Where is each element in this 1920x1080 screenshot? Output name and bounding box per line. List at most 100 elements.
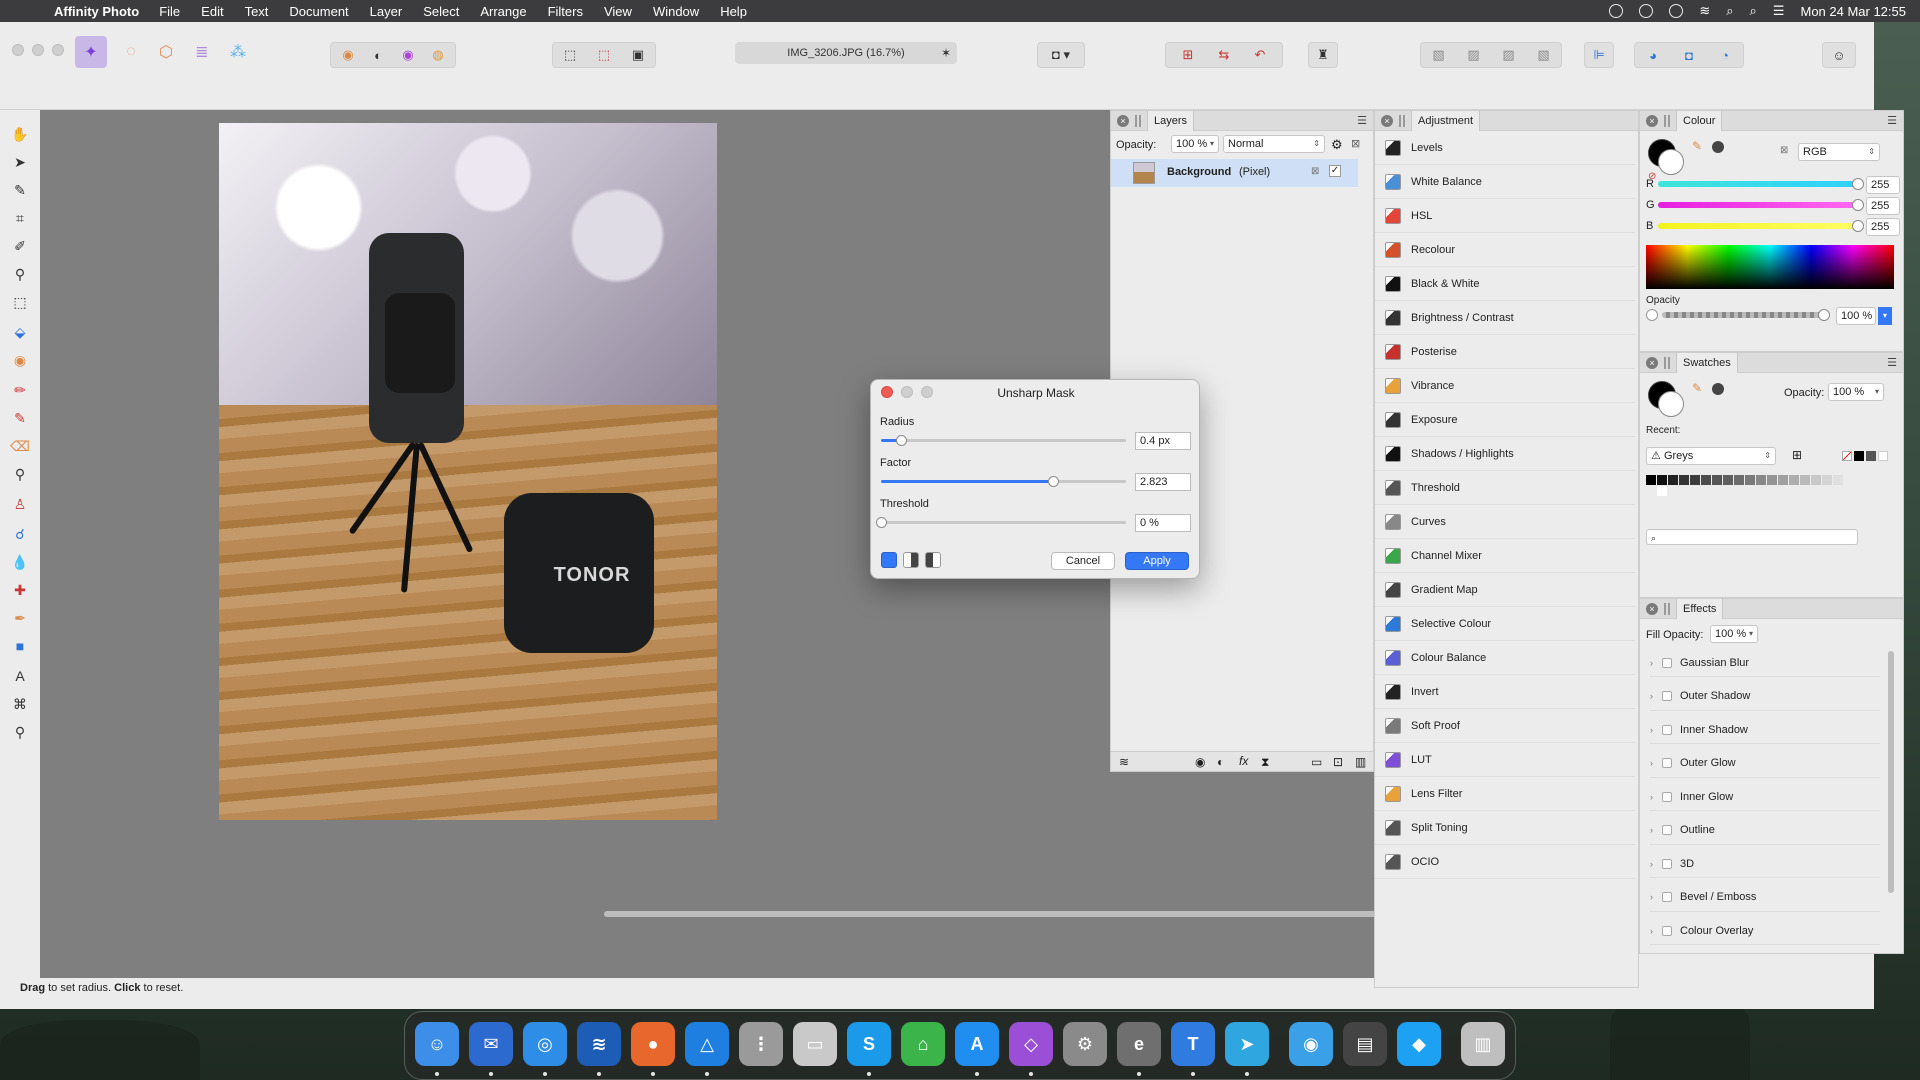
pen-tool-icon[interactable]: ✒ [10,608,30,628]
wifi-icon[interactable]: ≋ [1699,3,1710,19]
deselect-icon[interactable]: ⬚ [587,47,621,63]
opacity-reset-icon[interactable] [1646,309,1658,321]
tab-swatches[interactable]: Swatches [1676,353,1738,373]
app-store-icon[interactable]: A [955,1022,999,1066]
swatches-opacity-field[interactable]: 100 % ▾ [1828,383,1884,401]
search-icon[interactable]: ⌕ [1750,3,1757,19]
grey-swatch[interactable] [1701,475,1711,485]
quick-mask-button[interactable]: ◘ ▾ [1037,42,1085,68]
grey-swatch[interactable] [1712,475,1722,485]
chevron-right-icon[interactable]: › [1650,792,1662,802]
flood-select-tool-icon[interactable]: ⚲ [10,264,30,284]
grey-swatch[interactable] [1723,475,1733,485]
select-all-icon[interactable]: ⬚ [553,47,587,63]
eyedropper-icon[interactable]: ✎ [1692,139,1702,153]
spotlight-icon[interactable]: ⌕ [1726,3,1733,19]
close-panel-icon[interactable]: × [1381,115,1393,127]
radius-value-field[interactable]: 0.4 px [1135,432,1191,450]
effect-checkbox[interactable] [1662,892,1672,902]
red-slider[interactable] [1658,181,1858,187]
fx-icon[interactable]: fx [1239,754,1248,768]
apply-button[interactable]: Apply [1125,552,1189,570]
photo-persona-icon[interactable]: ✦ [75,36,107,68]
colour-spectrum[interactable] [1646,245,1894,289]
invert-selection-icon[interactable]: ▣ [621,47,655,63]
chevron-right-icon[interactable]: › [1650,691,1662,701]
panel-grip-icon[interactable] [1664,357,1670,369]
colour-opacity-knob[interactable] [1818,309,1830,321]
thunderbird-icon[interactable]: ✉ [469,1022,513,1066]
effect-row[interactable]: › Outer Glow [1650,750,1880,778]
layers-stack-icon[interactable]: ≋ [1119,755,1129,769]
picked-colour-well[interactable] [1712,383,1724,395]
selection-brush-tool-icon[interactable]: ✐ [10,236,30,256]
export-persona-icon[interactable]: ⁂ [222,36,254,68]
grey-swatch[interactable] [1767,475,1777,485]
menu-select[interactable]: Select [423,4,459,19]
grey-swatch[interactable] [1646,475,1656,485]
adjustment-item[interactable]: OCIO [1375,845,1635,879]
chevron-right-icon[interactable]: › [1650,658,1662,668]
account-button[interactable]: ☺ [1822,42,1856,68]
view-tool-icon[interactable]: ✋ [10,124,30,144]
trash-icon[interactable]: ▥ [1461,1022,1505,1066]
auto-contrast-icon[interactable]: ◐ [363,48,393,63]
grey-swatch[interactable] [1756,475,1766,485]
develop-persona-icon[interactable]: ⬡ [150,36,182,68]
erase-brush-tool-icon[interactable]: ⌫ [10,436,30,456]
adjustment-item[interactable]: Split Toning [1375,811,1635,845]
clone-tool-icon[interactable]: ♙ [10,494,30,514]
adjustment-item[interactable]: Lens Filter [1375,777,1635,811]
effect-row[interactable]: › Inner Shadow [1650,716,1880,744]
layers-opacity-field[interactable]: 100 % ▾ [1171,135,1219,153]
chevron-right-icon[interactable]: › [1650,825,1662,835]
color-picker-tool-icon[interactable]: ✎ [10,180,30,200]
network-icon[interactable]: ◉ [1289,1022,1333,1066]
app-name-menu[interactable]: Affinity Photo [54,4,139,19]
threshold-slider[interactable] [876,517,1126,528]
effect-checkbox[interactable] [1662,724,1672,735]
panel-menu-icon[interactable]: ☰ [1887,356,1897,369]
affinity-designer-icon[interactable]: △ [685,1022,729,1066]
chevron-down-icon[interactable]: ▾ [1878,307,1892,325]
panel-grip-icon[interactable] [1664,115,1670,127]
trash-icon[interactable]: ▥ [1355,755,1366,769]
flood-fill-tool-icon[interactable]: ⬙ [10,322,30,342]
colour-opacity-slider[interactable] [1662,312,1822,318]
safari-icon[interactable]: ◎ [523,1022,567,1066]
threshold-slider-knob[interactable] [876,517,887,528]
skype-icon[interactable]: S [847,1022,891,1066]
none-swatch[interactable] [1842,451,1852,461]
layer-row[interactable]: Background (Pixel) ⊠ ✓ [1111,159,1358,187]
panel-menu-icon[interactable]: ☰ [1357,114,1367,127]
grey-swatch[interactable] [1789,475,1799,485]
swatch-search-input[interactable]: ⌕ [1646,529,1858,545]
menu-edit[interactable]: Edit [201,4,223,19]
effect-row[interactable]: › Gaussian Blur [1650,649,1880,677]
app-blue-icon[interactable]: ◆ [1397,1022,1441,1066]
menu-layer[interactable]: Layer [370,4,403,19]
menu-text[interactable]: Text [245,4,269,19]
add-layer-icon[interactable]: ⊡ [1333,755,1343,769]
adjustment-item[interactable]: Exposure [1375,403,1635,437]
app-e-icon[interactable]: e [1117,1022,1161,1066]
document-tab[interactable]: IMG_3206.JPG (16.7%) ✶ [735,42,957,64]
blue-slider[interactable] [1658,223,1858,229]
intersect-shape-icon[interactable]: ◔ [1707,48,1743,63]
threshold-value-field[interactable]: 0 % [1135,514,1191,532]
close-panel-icon[interactable]: × [1646,357,1658,369]
text-tool-icon[interactable]: A [10,666,30,686]
palette-select[interactable]: ⚠ Greys ⇕ [1646,447,1776,465]
close-panel-icon[interactable]: × [1646,603,1658,615]
effect-row[interactable]: › Bevel / Emboss [1650,884,1880,912]
effects-scrollbar[interactable] [1888,651,1894,893]
firefox-icon[interactable]: ● [631,1022,675,1066]
grey-swatch[interactable] [1657,486,1667,496]
effect-row[interactable]: › Inner Glow [1650,783,1880,811]
menu-filters[interactable]: Filters [548,4,583,19]
chevron-right-icon[interactable]: › [1650,758,1662,768]
colour-mode-select[interactable]: RGB ⇕ [1798,143,1880,161]
lock-icon[interactable]: ⊠ [1351,137,1360,150]
green-slider[interactable] [1658,202,1858,208]
colour-opacity-field[interactable]: 100 % [1836,307,1876,325]
